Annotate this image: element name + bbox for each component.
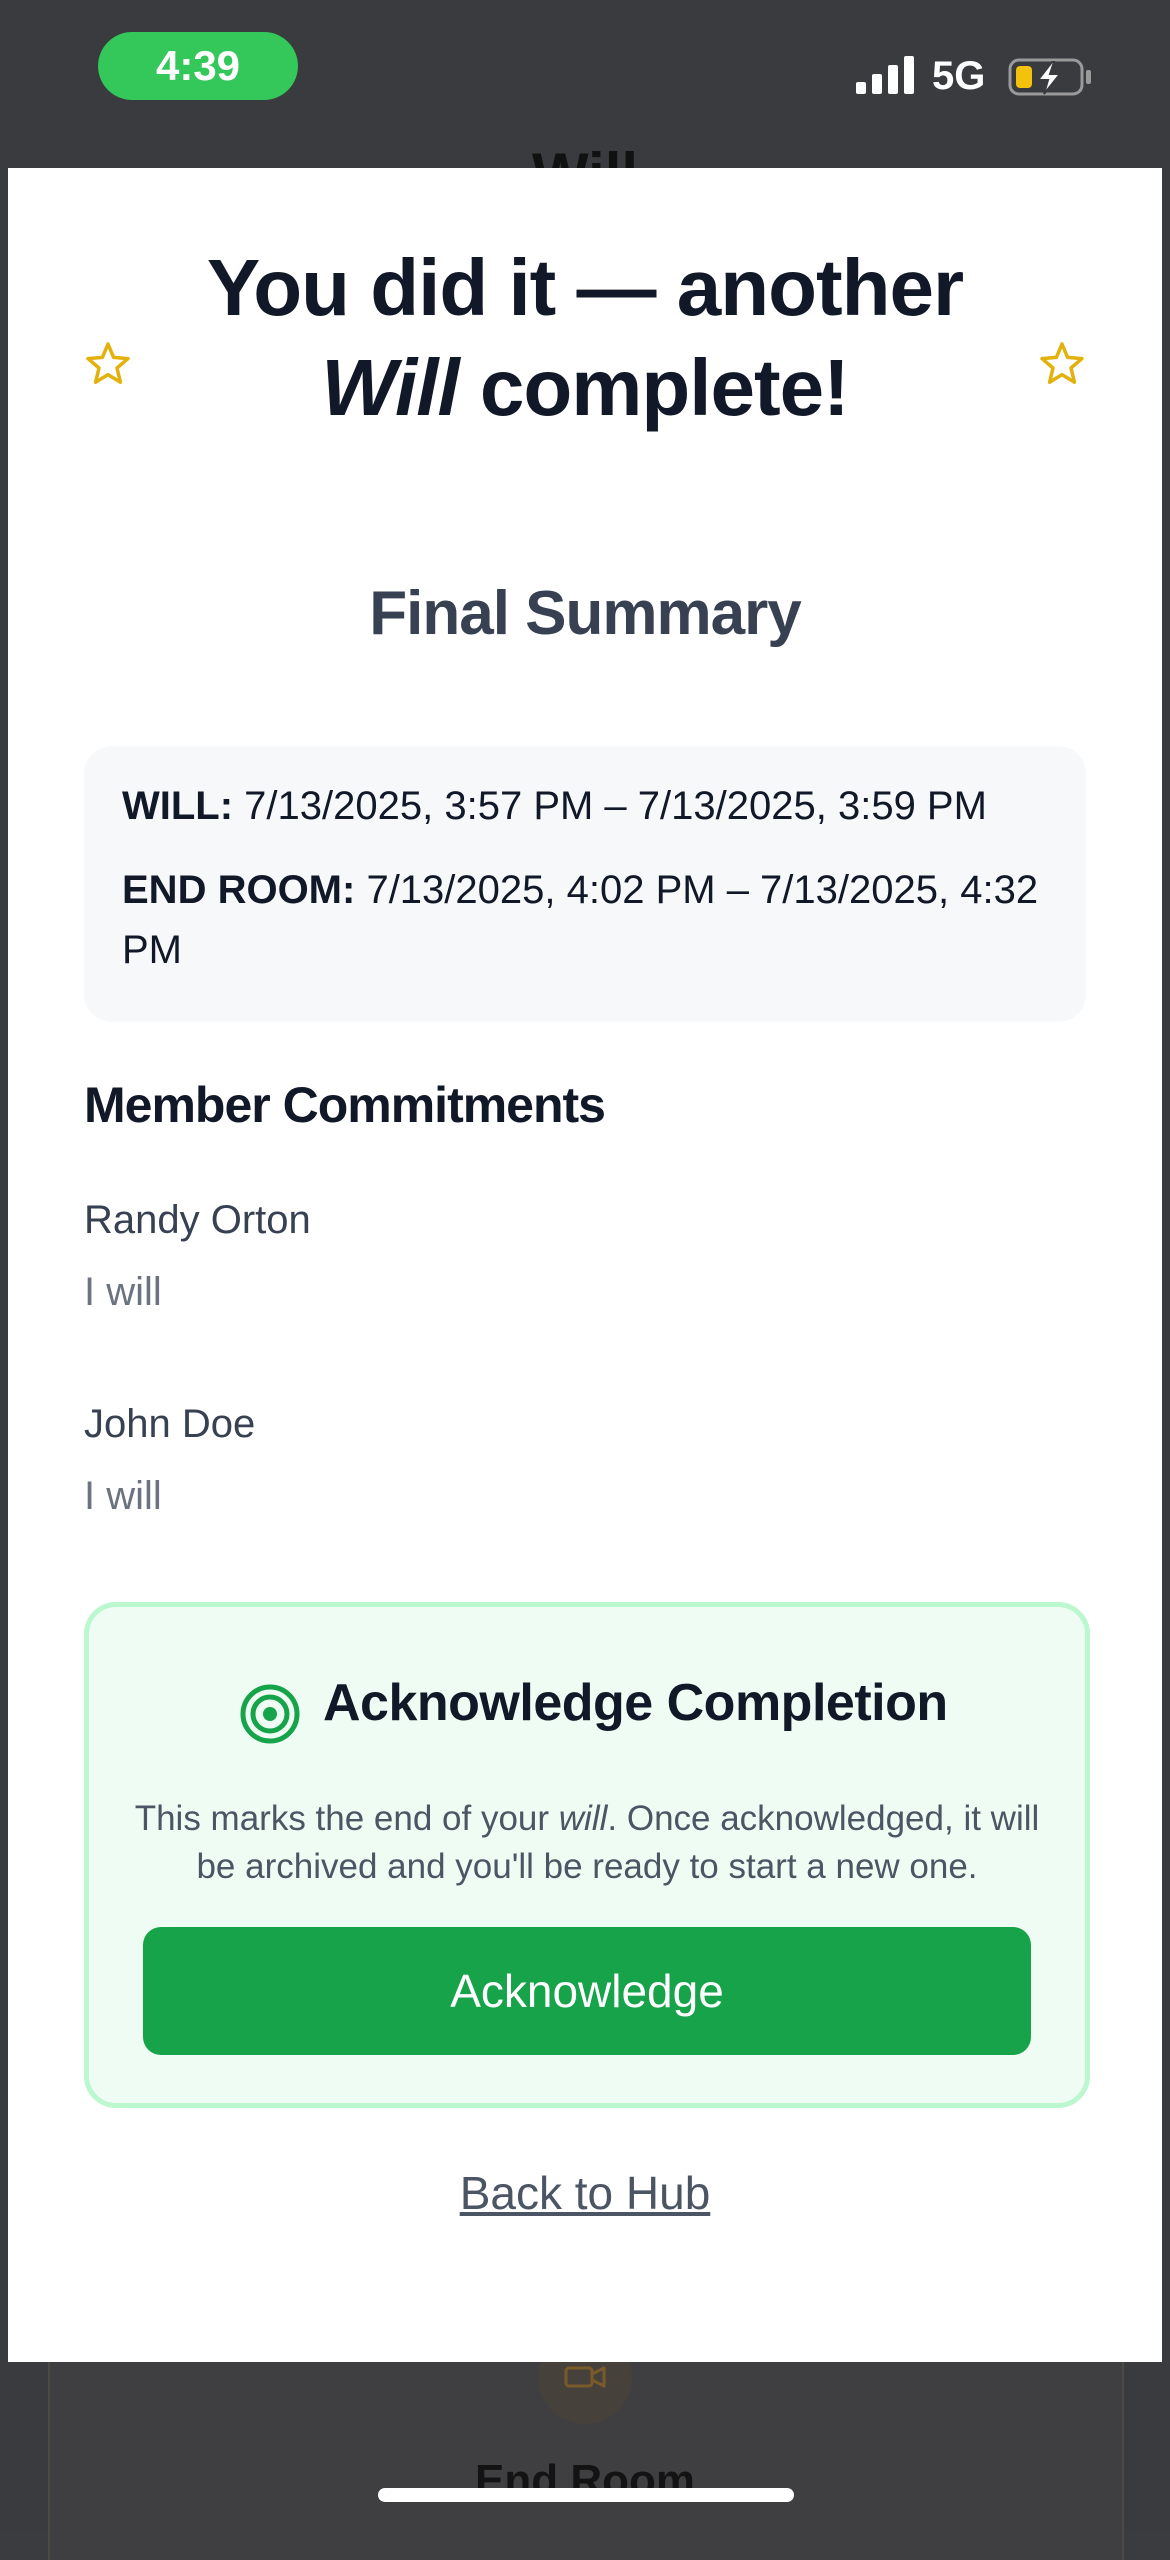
member-commitment: I will <box>84 1270 162 1314</box>
acknowledge-card: Acknowledge Completion This marks the en… <box>84 1602 1090 2108</box>
acknowledge-desc-will: will <box>558 1799 608 1838</box>
member-commitments-heading: Member Commitments <box>84 1077 606 1133</box>
network-type: 5G <box>932 54 986 98</box>
title-will-word: Will <box>321 343 459 432</box>
battery-charging-icon <box>1008 58 1091 96</box>
modal-title: You did it — another Will complete! <box>8 238 1162 438</box>
acknowledge-description: This marks the end of your will. Once ac… <box>129 1795 1045 1891</box>
will-range-value: 7/13/2025, 3:57 PM – 7/13/2025, 3:59 PM <box>233 784 987 828</box>
title-line-2: complete! <box>458 343 850 432</box>
will-label: WILL: <box>122 784 234 828</box>
back-to-hub-link[interactable]: Back to Hub <box>8 2166 1162 2220</box>
home-indicator[interactable] <box>378 2488 794 2502</box>
status-time: 4:39 <box>98 32 298 100</box>
acknowledge-button[interactable]: Acknowledge <box>143 1927 1031 2055</box>
video-camera-icon <box>564 2366 606 2388</box>
acknowledge-title: Acknowledge Completion <box>323 1674 948 1732</box>
member-name: John Doe <box>84 1402 256 1446</box>
final-summary-heading: Final Summary <box>369 579 801 648</box>
member-name: Randy Orton <box>84 1198 311 1242</box>
member-commitment: I will <box>84 1474 162 1518</box>
summary-box: WILL: 7/13/2025, 3:57 PM – 7/13/2025, 3:… <box>84 746 1086 1022</box>
acknowledge-desc-part1: This marks the end of your <box>134 1799 559 1838</box>
end-room-time-range: END ROOM: 7/13/2025, 4:02 PM – 7/13/2025… <box>122 860 1052 980</box>
completion-modal: You did it — another Will complete! Fina… <box>8 168 1162 2362</box>
target-icon <box>240 1684 300 1744</box>
end-room-label: END ROOM: <box>122 868 356 912</box>
cellular-signal-icon <box>856 56 914 94</box>
will-time-range: WILL: 7/13/2025, 3:57 PM – 7/13/2025, 3:… <box>122 776 1052 836</box>
title-line-1: You did it — another <box>206 243 964 332</box>
